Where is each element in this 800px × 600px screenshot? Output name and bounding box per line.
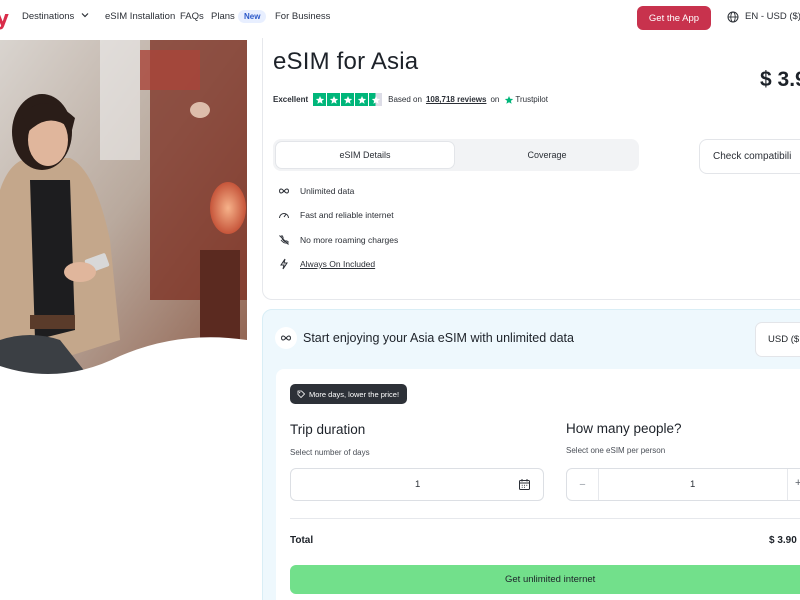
people-title: How many people?: [566, 421, 682, 436]
page-title: eSIM for Asia: [273, 48, 419, 75]
top-nav: y Destinations eSIM Installation FAQs Pl…: [0, 0, 800, 34]
trustpilot-label: Trustpilot: [515, 95, 548, 104]
currency-selector[interactable]: USD ($: [755, 322, 800, 357]
people-value: 1: [690, 479, 696, 490]
trustpilot-star-icon: [505, 95, 514, 104]
star-rating: [313, 93, 383, 106]
feature-label: Fast and reliable internet: [300, 210, 394, 221]
globe-icon[interactable]: [727, 11, 739, 23]
locale-selector[interactable]: EN - USD ($): [745, 11, 800, 22]
reviews-prefix: Based on: [388, 95, 422, 104]
feature-label: No more roaming charges: [300, 234, 399, 245]
promo-text: More days, lower the price!: [309, 389, 400, 399]
people-stepper[interactable]: − 1 +: [566, 468, 800, 501]
get-unlimited-internet-button[interactable]: Get unlimited internet: [290, 565, 800, 594]
star-icon: [327, 93, 341, 106]
star-icon: [355, 93, 369, 106]
divider: [290, 518, 800, 519]
promo-badge: More days, lower the price!: [290, 384, 408, 404]
hero-photo: [0, 40, 247, 378]
details-tabs: eSIM Details Coverage: [273, 139, 639, 171]
total-value: $ 3.90: [769, 535, 797, 546]
speedometer-icon: [279, 213, 289, 219]
decrement-button[interactable]: −: [567, 469, 599, 500]
price: $ 3.9: [760, 68, 800, 91]
check-compatibility-button[interactable]: Check compatibili: [699, 139, 800, 174]
star-icon: [341, 93, 355, 106]
people-subtitle: Select one eSIM per person: [566, 446, 666, 455]
feature-item: Unlimited data: [278, 185, 398, 209]
nav-esim-installation[interactable]: eSIM Installation: [105, 11, 175, 22]
tab-esim-details[interactable]: eSIM Details: [275, 141, 455, 169]
calendar-icon[interactable]: [518, 478, 531, 491]
infinity-icon: [279, 188, 289, 194]
feature-label: Unlimited data: [300, 186, 355, 196]
infinity-icon: [281, 335, 291, 341]
logo[interactable]: y: [0, 6, 9, 30]
half-star-icon: [369, 93, 383, 106]
total-label: Total: [290, 535, 314, 546]
rating-row: Excellent Based on 108,718 reviews on Tr…: [273, 93, 548, 106]
no-roaming-icon: [279, 234, 289, 245]
new-badge: New: [238, 10, 267, 23]
lightning-icon: [280, 258, 288, 270]
rating-label: Excellent: [273, 95, 309, 104]
purchase-heading: Start enjoying your Asia eSIM with unlim…: [303, 331, 574, 345]
nav-faqs[interactable]: FAQs: [180, 11, 204, 22]
nav-destinations[interactable]: Destinations: [22, 11, 74, 22]
nav-for-business[interactable]: For Business: [275, 11, 330, 22]
infinity-badge: [275, 327, 297, 349]
increment-button[interactable]: +: [787, 469, 800, 500]
feature-item: Fast and reliable internet: [278, 209, 398, 233]
feature-item: No more roaming charges: [278, 234, 398, 258]
reviews-suffix: on: [490, 95, 500, 104]
trip-duration-value: 1: [415, 479, 421, 490]
feature-item[interactable]: Always On Included: [278, 258, 398, 282]
always-on-link[interactable]: Always On Included: [300, 259, 375, 269]
nav-plans[interactable]: Plans: [211, 11, 235, 22]
trip-duration-title: Trip duration: [290, 422, 366, 437]
trustpilot-logo[interactable]: Trustpilot: [504, 95, 548, 105]
reviews-link[interactable]: 108,718 reviews: [426, 95, 487, 104]
trip-duration-input[interactable]: 1: [290, 468, 544, 501]
feature-list: Unlimited data Fast and reliable interne…: [278, 185, 398, 282]
get-the-app-button[interactable]: Get the App: [637, 6, 711, 30]
chevron-down-icon[interactable]: [80, 10, 90, 20]
star-icon: [313, 93, 327, 106]
trip-duration-subtitle: Select number of days: [290, 448, 370, 457]
tag-icon: [297, 390, 305, 398]
tab-coverage[interactable]: Coverage: [457, 141, 637, 169]
